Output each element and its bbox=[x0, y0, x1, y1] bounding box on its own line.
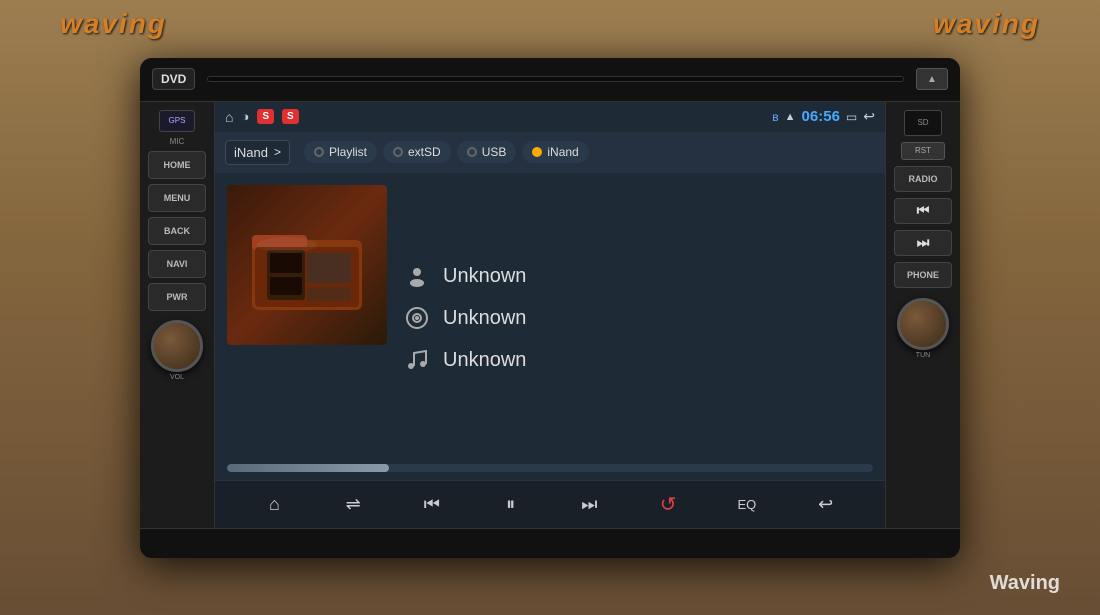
tab-usb[interactable]: USB bbox=[457, 141, 517, 163]
disc-svg bbox=[405, 306, 429, 330]
album-name: Unknown bbox=[443, 307, 526, 330]
status-right: ʙ ▲ 06:56 ▭ ↩ bbox=[772, 108, 875, 125]
device-top-bar: DVD ▲ bbox=[140, 58, 960, 102]
vol-knob-area: VOL bbox=[151, 320, 203, 381]
tab-playlist[interactable]: Playlist bbox=[304, 141, 377, 163]
progress-area bbox=[215, 464, 885, 480]
album-row: Unknown bbox=[403, 304, 873, 332]
prev-track-button[interactable]: ⏮ bbox=[894, 198, 952, 224]
car-stereo-unit: DVD ▲ GPS MIC HOME MENU BACK NAVI PWR VO… bbox=[140, 58, 960, 558]
playback-controls: ⌂ ⇌ ⏮ ⏸ ⏭ ↺ EQ ↩ bbox=[215, 480, 885, 528]
person-svg bbox=[405, 264, 429, 288]
album-icon bbox=[403, 304, 431, 332]
tun-knob[interactable] bbox=[897, 298, 949, 350]
radio-button[interactable]: RADIO bbox=[894, 166, 952, 192]
screen: ⌂ ◑ S S ʙ ▲ 06:56 ▭ ↩ iNand > bbox=[215, 102, 885, 528]
tab-extsd[interactable]: extSD bbox=[383, 141, 451, 163]
wifi-icon: ▲ bbox=[785, 111, 796, 123]
artist-icon bbox=[403, 262, 431, 290]
ss-badge-1[interactable]: S bbox=[257, 109, 274, 124]
music-player: iNand > Playlist extSD USB bbox=[215, 132, 885, 528]
mic-label: MIC bbox=[170, 137, 185, 146]
rst-button[interactable]: RST bbox=[901, 142, 945, 160]
home-button[interactable]: HOME bbox=[148, 151, 206, 179]
left-controls: GPS MIC HOME MENU BACK NAVI PWR VOL bbox=[144, 110, 210, 381]
home-control-icon[interactable]: ⌂ bbox=[256, 486, 292, 522]
pwr-button[interactable]: PWR bbox=[148, 283, 206, 311]
tun-label: TUN bbox=[916, 352, 930, 359]
source-bar: iNand > Playlist extSD USB bbox=[215, 132, 885, 173]
eq-button[interactable]: EQ bbox=[729, 486, 765, 522]
right-panel: SD RST RADIO ⏮ ⏭ PHONE TUN bbox=[885, 102, 960, 528]
watermark-bottom: Waving bbox=[990, 572, 1060, 595]
shuffle-button[interactable]: ⇌ bbox=[335, 486, 371, 522]
repeat-button[interactable]: ↺ bbox=[650, 486, 686, 522]
usb-dot bbox=[467, 147, 477, 157]
back-control-icon[interactable]: ↩ bbox=[808, 486, 844, 522]
song-name: Unknown bbox=[443, 349, 526, 372]
dvd-label: DVD bbox=[152, 68, 195, 90]
tab-usb-label: USB bbox=[482, 145, 507, 159]
inand-dot bbox=[532, 147, 542, 157]
progress-bar-background[interactable] bbox=[227, 464, 873, 472]
watermark-top: waving waving bbox=[60, 8, 1040, 40]
vol-label: VOL bbox=[170, 374, 184, 381]
sd-slot: SD bbox=[904, 110, 942, 136]
song-row: Unknown bbox=[403, 346, 873, 374]
tab-inand[interactable]: iNand bbox=[522, 141, 588, 163]
time-display: 06:56 bbox=[802, 108, 840, 125]
nav-back-icon[interactable]: ↩ bbox=[863, 108, 875, 125]
home-status-icon[interactable]: ⌂ bbox=[225, 109, 233, 125]
play-pause-button[interactable]: ⏸ bbox=[493, 486, 529, 522]
left-panel: GPS MIC HOME MENU BACK NAVI PWR VOL bbox=[140, 102, 215, 528]
album-art bbox=[227, 185, 387, 345]
artist-row: Unknown bbox=[403, 262, 873, 290]
tab-inand-label: iNand bbox=[547, 145, 578, 159]
ss-badge-2[interactable]: S bbox=[282, 109, 299, 124]
vol-knob[interactable] bbox=[151, 320, 203, 372]
extsd-dot bbox=[393, 147, 403, 157]
song-icon bbox=[403, 346, 431, 374]
tab-playlist-label: Playlist bbox=[329, 145, 367, 159]
folder-artwork-icon bbox=[247, 215, 367, 315]
status-bar: ⌂ ◑ S S ʙ ▲ 06:56 ▭ ↩ bbox=[215, 102, 885, 132]
navi-button[interactable]: NAVI bbox=[148, 250, 206, 278]
screen-cast-icon[interactable]: ▭ bbox=[846, 110, 857, 124]
next-track-button[interactable]: ⏭ bbox=[894, 230, 952, 256]
tun-knob-area: TUN bbox=[897, 298, 949, 359]
gps-button[interactable]: GPS bbox=[159, 110, 195, 132]
next-button[interactable]: ⏭ bbox=[571, 486, 607, 522]
music-note-svg bbox=[405, 348, 429, 372]
disc-slot bbox=[207, 76, 904, 82]
brightness-icon[interactable]: ◑ bbox=[241, 109, 249, 124]
folder-nav-label: iNand bbox=[234, 145, 268, 160]
device-body: GPS MIC HOME MENU BACK NAVI PWR VOL ⌂ ◑ … bbox=[140, 102, 960, 528]
eject-button[interactable]: ▲ bbox=[916, 68, 948, 90]
progress-bar-fill bbox=[227, 464, 389, 472]
back-button[interactable]: BACK bbox=[148, 217, 206, 245]
playlist-dot bbox=[314, 147, 324, 157]
device-bottom-bar bbox=[140, 528, 960, 558]
track-info: Unknown Unknown bbox=[403, 185, 873, 452]
menu-button[interactable]: MENU bbox=[148, 184, 206, 212]
phone-button[interactable]: PHONE bbox=[894, 262, 952, 288]
folder-nav[interactable]: iNand > bbox=[225, 140, 290, 165]
music-main: Unknown Unknown bbox=[215, 173, 885, 464]
bluetooth-icon: ʙ bbox=[772, 110, 778, 124]
tab-extsd-label: extSD bbox=[408, 145, 441, 159]
folder-nav-arrow: > bbox=[274, 145, 281, 159]
artist-name: Unknown bbox=[443, 265, 526, 288]
prev-button[interactable]: ⏮ bbox=[414, 486, 450, 522]
